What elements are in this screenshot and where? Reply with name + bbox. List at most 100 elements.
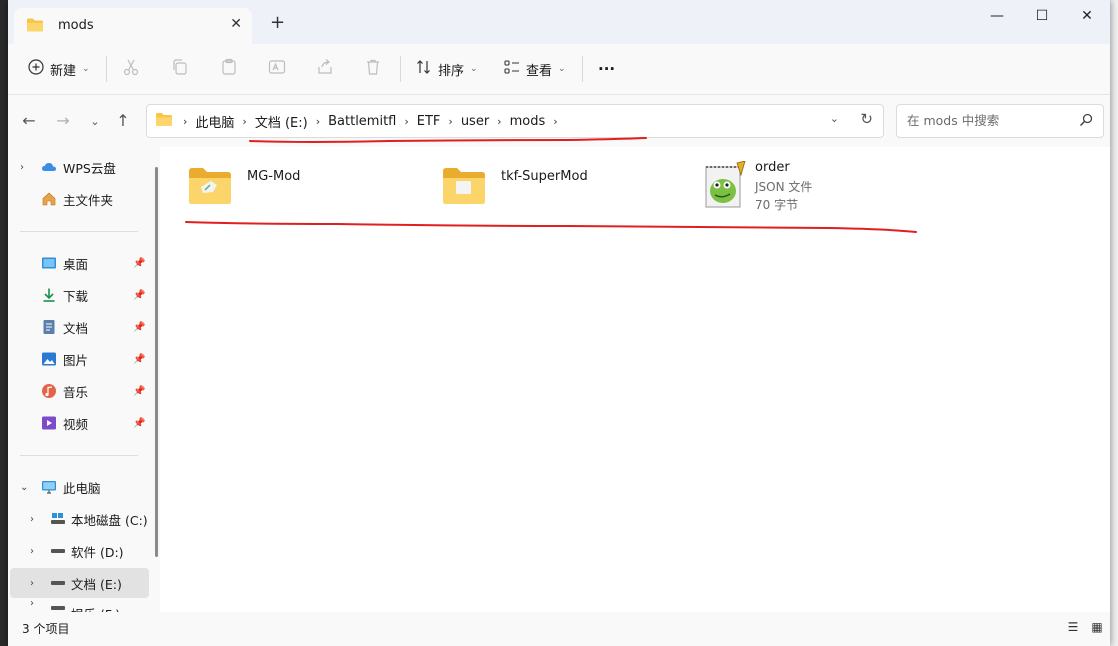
divider [20, 455, 138, 456]
sidebar-item-label: 此电脑 [63, 480, 101, 496]
new-button-label: 新建 [50, 63, 77, 79]
refresh-icon[interactable]: ↻ [860, 110, 873, 128]
copy-icon[interactable] [171, 58, 193, 80]
chevron-right-icon[interactable]: › [493, 115, 505, 128]
more-options-button[interactable]: ··· [598, 56, 615, 82]
view-label: 查看 [526, 63, 553, 79]
forward-button[interactable]: → [52, 111, 74, 133]
folder-icon [26, 17, 44, 36]
rename-icon[interactable] [268, 58, 290, 80]
file-type: JSON 文件 [755, 180, 813, 194]
computer-icon [41, 479, 57, 495]
search-icon[interactable] [1079, 113, 1093, 130]
details-view-icon[interactable]: ☰ [1064, 620, 1082, 636]
crumb-user[interactable]: user [457, 114, 493, 129]
chevron-down-icon[interactable]: ⌄ [20, 482, 28, 493]
pin-icon[interactable]: 📌 [133, 354, 145, 365]
sort-button[interactable]: 排序 ⌄ [416, 56, 478, 82]
cut-icon[interactable] [122, 58, 144, 80]
chevron-right-icon[interactable]: › [30, 598, 34, 609]
address-history-chevron-icon[interactable]: ⌄ [830, 112, 839, 125]
sidebar-item-wps-cloud[interactable]: › WPS云盘 [8, 152, 148, 182]
background-window-strip [1110, 0, 1118, 646]
sidebar-item-label: 文档 (E:) [71, 576, 122, 592]
chevron-right-icon[interactable]: › [238, 115, 250, 128]
sidebar-item-label: 软件 (D:) [71, 544, 124, 560]
file-name: tkf-SuperMod [501, 169, 588, 184]
home-icon [41, 191, 57, 207]
divider [106, 56, 107, 82]
paste-icon[interactable] [220, 58, 242, 80]
chevron-right-icon[interactable]: › [549, 115, 561, 128]
delete-icon[interactable] [364, 58, 386, 80]
sidebar-item-label: 桌面 [63, 256, 89, 272]
view-button[interactable]: 查看 ⌄ [504, 56, 566, 82]
title-bar: mods ✕ + — ☐ ✕ [8, 0, 1110, 44]
new-tab-button[interactable]: + [270, 12, 285, 33]
sidebar-item-desktop[interactable]: 桌面 📌 [8, 248, 148, 278]
sidebar-item-label: 娱乐 (F:) [71, 604, 120, 612]
picture-icon [41, 351, 57, 367]
chevron-right-icon[interactable]: › [179, 115, 191, 128]
chevron-down-icon: ⌄ [558, 64, 566, 74]
status-bar: 3 个项目 ☰ ▦ [8, 612, 1110, 646]
search-box[interactable] [896, 104, 1104, 138]
file-name: order [755, 160, 790, 175]
close-window-button[interactable]: ✕ [1064, 0, 1110, 32]
chevron-right-icon[interactable]: › [30, 546, 34, 557]
sidebar-item-pictures[interactable]: 图片 📌 [8, 344, 148, 374]
share-icon[interactable] [316, 58, 338, 80]
tab-close-icon[interactable]: ✕ [230, 16, 242, 32]
maximize-button[interactable]: ☐ [1019, 0, 1065, 32]
chevron-right-icon[interactable]: › [30, 578, 34, 589]
sidebar-item-downloads[interactable]: 下载 📌 [8, 280, 148, 310]
chevron-right-icon[interactable]: › [400, 115, 412, 128]
sidebar-item-label: 音乐 [63, 384, 89, 400]
sidebar-item-videos[interactable]: 视频 📌 [8, 408, 148, 438]
sidebar-item-drive-e[interactable]: › 文档 (E:) [10, 568, 149, 598]
sidebar-item-drive-f[interactable]: › 娱乐 (F:) [8, 598, 148, 612]
recent-locations-icon[interactable]: ⌄ [84, 112, 106, 134]
notepad-plus-plus-icon [703, 160, 749, 212]
up-button[interactable]: ↑ [112, 111, 134, 133]
pin-icon[interactable]: 📌 [133, 290, 145, 301]
new-button[interactable]: 新建 ⌄ [28, 56, 90, 82]
plus-circle-icon [28, 59, 44, 79]
file-item-json[interactable]: order JSON 文件 70 字节 [703, 159, 943, 219]
music-icon [41, 383, 57, 399]
address-bar[interactable]: › 此电脑 › 文档 (E:) › Battlemitfl › ETF › us… [146, 104, 884, 138]
chevron-right-icon[interactable]: › [444, 115, 456, 128]
sidebar-item-home[interactable]: 主文件夹 [8, 184, 148, 214]
view-icon [504, 59, 520, 79]
pin-icon[interactable]: 📌 [133, 258, 145, 269]
sidebar-item-music[interactable]: 音乐 📌 [8, 376, 148, 406]
crumb-this-pc[interactable]: 此电脑 [191, 112, 238, 131]
crumb-drive-e[interactable]: 文档 (E:) [251, 112, 312, 131]
tab-title: mods [58, 18, 94, 33]
search-input[interactable] [905, 112, 1069, 129]
sort-label: 排序 [438, 63, 465, 79]
chevron-right-icon[interactable]: › [20, 162, 24, 173]
chevron-right-icon[interactable]: › [30, 514, 34, 525]
breadcrumb: › 此电脑 › 文档 (E:) › Battlemitfl › ETF › us… [155, 112, 562, 131]
file-item-folder[interactable]: tkf-SuperMod [441, 161, 661, 211]
tiles-view-icon[interactable]: ▦ [1088, 620, 1106, 636]
sidebar-item-drive-d[interactable]: › 软件 (D:) [8, 536, 148, 566]
drive-icon [50, 575, 66, 591]
pin-icon[interactable]: 📌 [133, 322, 145, 333]
sidebar-item-documents[interactable]: 文档 📌 [8, 312, 148, 342]
pin-icon[interactable]: 📌 [133, 418, 145, 429]
tab-mods[interactable]: mods ✕ [14, 8, 252, 44]
chevron-right-icon[interactable]: › [312, 115, 324, 128]
crumb-etf[interactable]: ETF [413, 114, 445, 129]
back-button[interactable]: ← [18, 111, 40, 133]
file-item-folder[interactable]: MG-Mod [187, 161, 407, 211]
crumb-battlemitfl[interactable]: Battlemitfl [324, 114, 400, 129]
sidebar-item-drive-c[interactable]: › 本地磁盘 (C:) [8, 504, 148, 534]
minimize-button[interactable]: — [974, 0, 1020, 32]
sidebar-item-this-pc[interactable]: ⌄ 此电脑 [8, 472, 148, 502]
sidebar-scrollbar[interactable] [155, 167, 158, 557]
pin-icon[interactable]: 📌 [133, 386, 145, 397]
crumb-mods[interactable]: mods [506, 114, 550, 129]
sort-icon [416, 59, 432, 79]
